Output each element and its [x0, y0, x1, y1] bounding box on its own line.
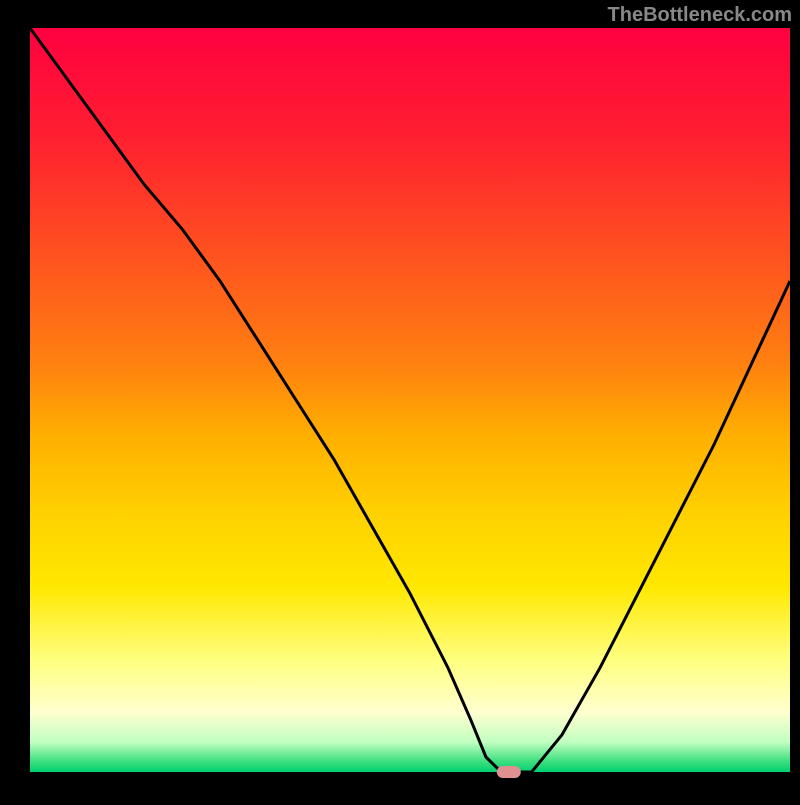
plot-background: [30, 28, 790, 772]
chart-svg: [0, 0, 800, 800]
watermark-text: TheBottleneck.com: [608, 4, 792, 27]
bottleneck-chart: [0, 0, 800, 800]
optimal-marker: [497, 766, 521, 778]
